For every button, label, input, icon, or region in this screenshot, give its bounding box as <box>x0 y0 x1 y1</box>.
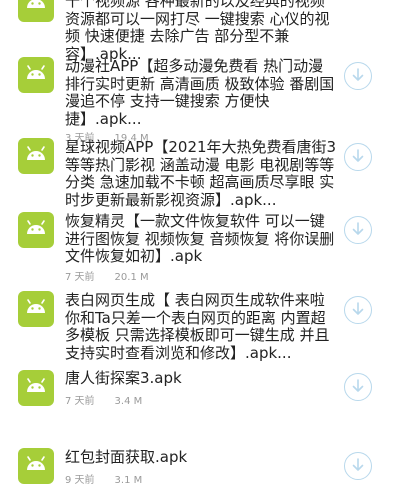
file-size: 3.1 M <box>114 475 143 486</box>
android-icon <box>18 138 54 174</box>
file-title[interactable]: 十个视频源 各种最新的以及经典的视频资源都可以一网打尽 一键搜索 心仪的视频 快… <box>65 0 337 63</box>
file-title[interactable]: 星球视频APP【2021年大热免费看唐街3等等热门影视 涵盖动漫 电影 电视剧等… <box>65 138 337 209</box>
download-icon <box>352 222 364 235</box>
android-icon <box>18 0 54 22</box>
file-age: 9 天前 <box>65 475 95 486</box>
download-icon <box>352 458 364 471</box>
download-icon <box>352 379 364 392</box>
android-icon <box>18 57 54 93</box>
file-title[interactable]: 表白网页生成【 表白网页生成软件来啦 你和Ta只差一个表白网页的距离 内置超多模… <box>65 291 337 362</box>
download-icon <box>352 149 364 162</box>
android-icon <box>18 370 54 406</box>
file-title[interactable]: 唐人街探案3.apk <box>65 369 337 388</box>
download-button[interactable] <box>344 62 372 90</box>
file-age: 7 天前 <box>65 272 95 283</box>
file-title[interactable]: 动漫社APP【超多动漫免费看 热门动漫排行实时更新 高清画质 极致体验 番剧国漫… <box>65 57 337 128</box>
file-age: 7 天前 <box>65 396 95 407</box>
android-icon <box>18 212 54 248</box>
file-meta: 7 天前 3.4 M <box>65 392 142 407</box>
download-button[interactable] <box>344 373 372 401</box>
download-button[interactable] <box>344 216 372 244</box>
file-title[interactable]: 红包封面获取.apk <box>65 448 337 467</box>
android-icon <box>18 448 54 484</box>
download-button[interactable] <box>344 143 372 171</box>
download-icon <box>352 68 364 81</box>
download-button[interactable] <box>344 452 372 480</box>
file-meta: 9 天前 3.1 M <box>65 471 142 486</box>
file-size: 20.1 M <box>114 272 149 283</box>
download-icon <box>352 302 364 315</box>
android-icon <box>18 291 54 327</box>
file-title[interactable]: 恢复精灵【一款文件恢复软件 可以一键进行图恢复 视频恢复 音频恢复 将你误删文件… <box>65 212 337 266</box>
file-meta: 7 天前 20.1 M <box>65 268 149 283</box>
download-button[interactable] <box>344 296 372 324</box>
file-size: 3.4 M <box>114 396 143 407</box>
